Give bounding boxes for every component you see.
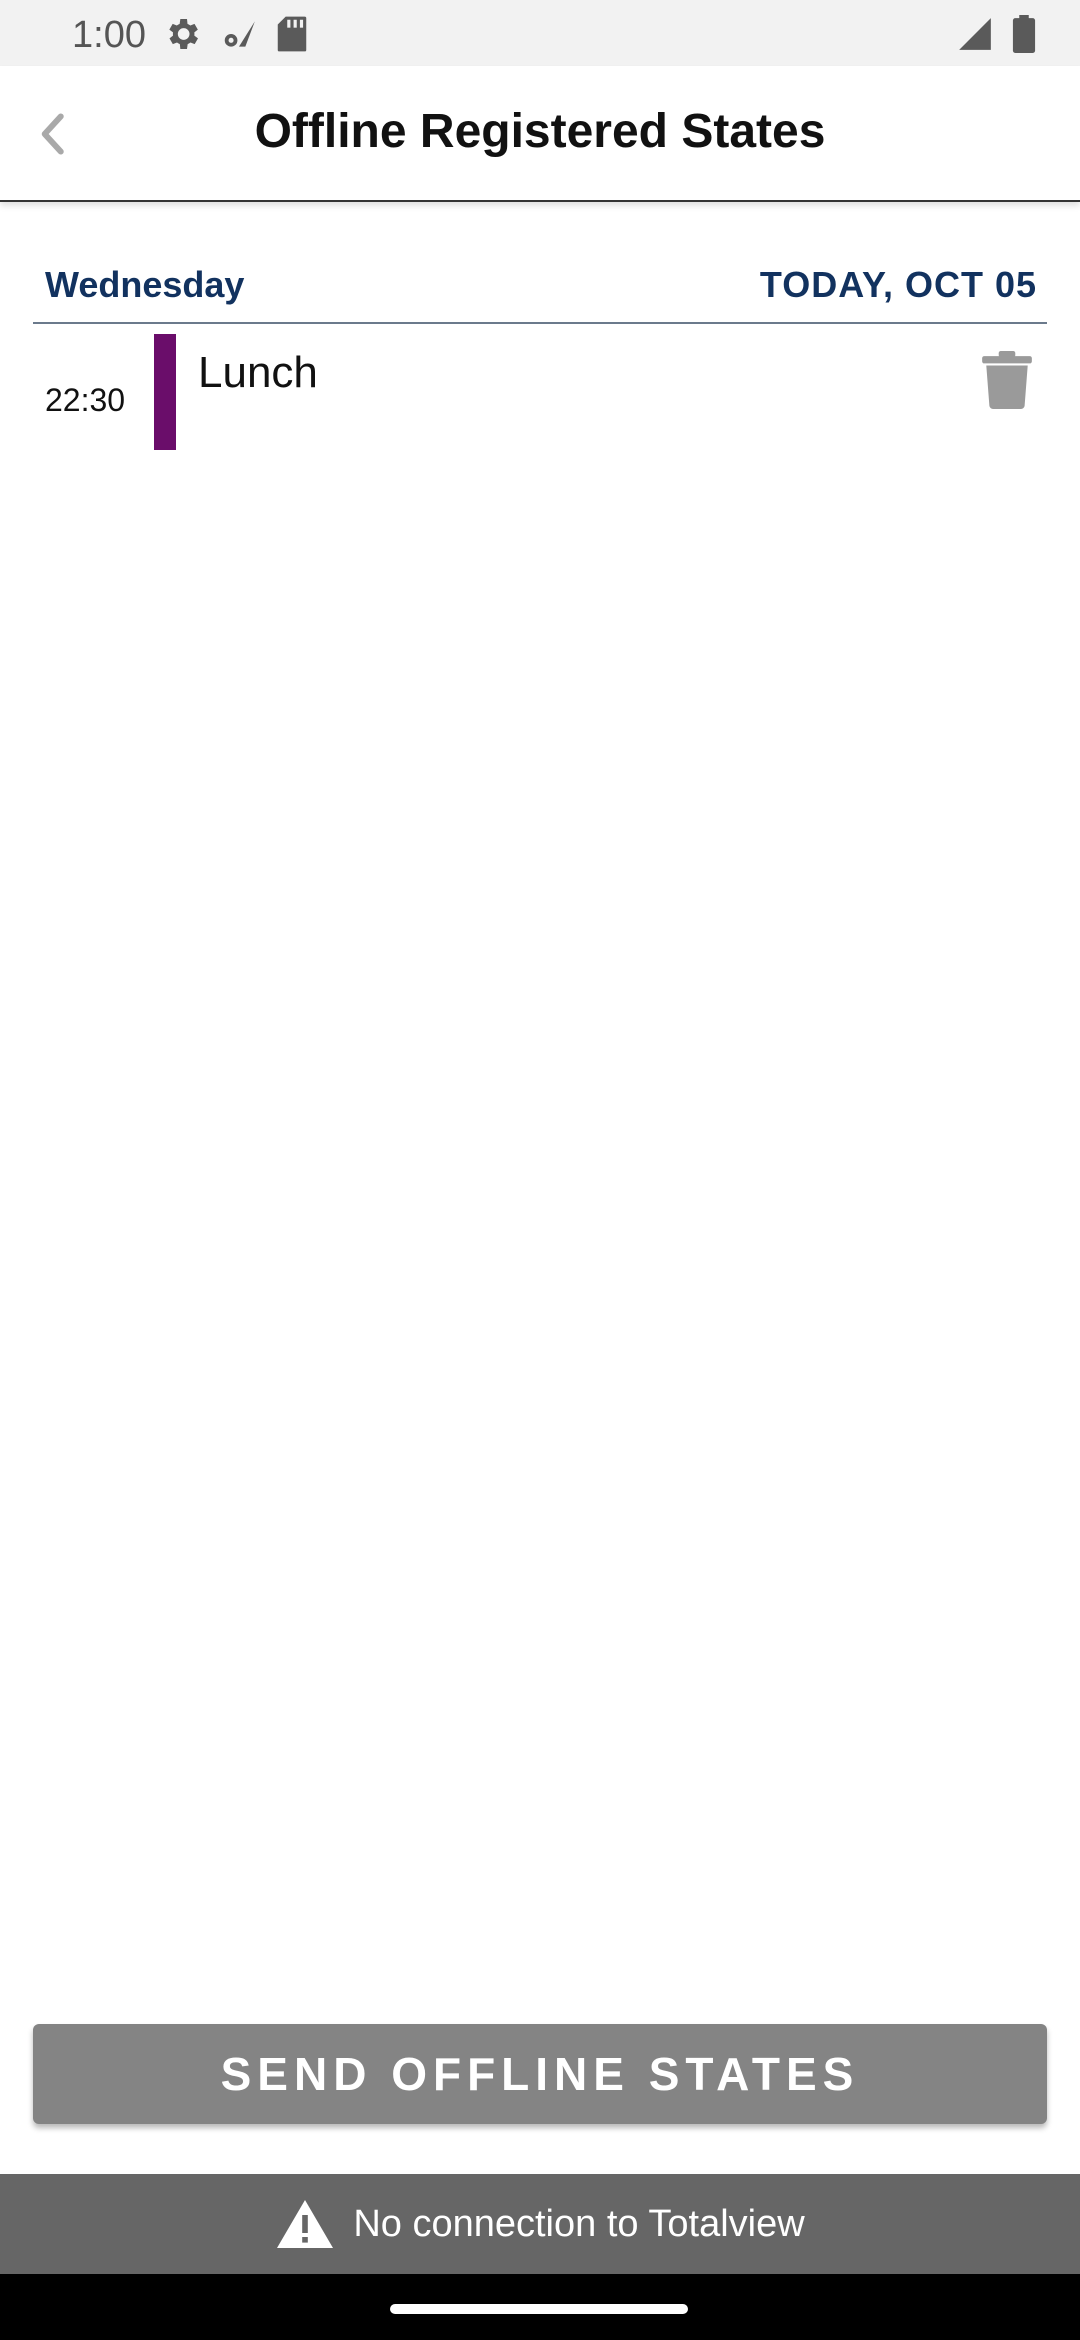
connection-banner: No connection to Totalview (0, 2174, 1080, 2274)
home-gesture-handle[interactable] (390, 2304, 688, 2314)
entry-color-bar (154, 334, 176, 450)
delete-button[interactable] (977, 348, 1037, 412)
status-time: 1:00 (72, 14, 146, 56)
list-item[interactable]: 22:30 Lunch (33, 326, 1047, 452)
warning-icon (277, 2200, 334, 2248)
day-date: TODAY, OCT 05 (759, 264, 1037, 305)
send-offline-states-button[interactable]: SEND OFFLINE STATES (33, 2024, 1047, 2124)
status-icons-left (162, 14, 308, 54)
entry-label: Lunch (198, 348, 318, 397)
entry-time: 22:30 (45, 382, 126, 418)
battery-icon (1012, 15, 1036, 53)
day-header: Wednesday TODAY, OCT 05 (33, 262, 1047, 324)
status-bar: 1:00 (0, 0, 1080, 66)
settings-gear-icon (162, 14, 202, 54)
screen: 1:00 Offline Registered States Wednesday… (0, 0, 1080, 2340)
app-bar: Offline Registered States (0, 66, 1080, 202)
connection-status-text: No connection to Totalview (353, 2202, 805, 2245)
sd-card-icon (276, 15, 308, 53)
navigation-bar (0, 2274, 1080, 2340)
trash-icon (982, 351, 1032, 409)
day-name: Wednesday (45, 264, 245, 305)
page-title: Offline Registered States (254, 105, 826, 158)
status-icons-right (956, 14, 1036, 54)
wifi-settings-icon (220, 15, 258, 53)
cell-signal-icon (956, 15, 994, 53)
